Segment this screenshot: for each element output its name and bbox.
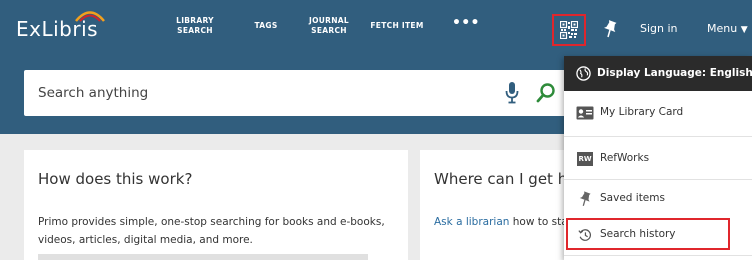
nav-journal-line1: JOURNAL: [309, 16, 349, 25]
exlibris-logo[interactable]: ExLibris: [16, 11, 105, 44]
how-it-works-title: How does this work?: [38, 170, 193, 188]
help-card: Where can I get help Ask a librarian how…: [420, 150, 631, 260]
search-icon[interactable]: [536, 82, 556, 104]
refworks-icon: RW: [577, 152, 593, 166]
top-bar: ExLibris LIBRARY SEARCH TAGS JOURNAL SEA…: [0, 0, 752, 58]
ask-a-librarian-link[interactable]: Ask a librarian: [434, 216, 509, 228]
cut-off-text-line: [38, 254, 368, 260]
nav-more-button[interactable]: •••: [452, 15, 480, 31]
how-it-works-card: How does this work? Primo provides simpl…: [24, 150, 408, 260]
saved-items-label: Saved items: [600, 192, 665, 204]
display-language-item[interactable]: Display Language: English: [564, 56, 752, 91]
search-input[interactable]: Search anything: [24, 70, 574, 116]
refworks-item[interactable]: RW RefWorks: [564, 139, 752, 179]
search-placeholder: Search anything: [38, 85, 149, 101]
pin-icon: [604, 20, 617, 38]
library-card-icon: [576, 105, 594, 121]
nav-journal-search[interactable]: JOURNAL SEARCH: [306, 16, 352, 36]
search-history-label: Search history: [600, 228, 676, 240]
menu-button[interactable]: Menu ▼: [707, 22, 748, 35]
refworks-label: RefWorks: [600, 152, 650, 164]
display-language-label: Display Language: English: [597, 67, 752, 79]
nav-library-search[interactable]: LIBRARY SEARCH: [172, 16, 218, 36]
logo-arc-icon: [75, 11, 105, 22]
qr-code-icon: [560, 21, 578, 39]
my-library-card-label: My Library Card: [600, 106, 684, 118]
microphone-icon[interactable]: [504, 81, 520, 105]
pin-icon: [576, 191, 594, 207]
menu-label: Menu: [707, 22, 738, 35]
more-dots-icon: •••: [452, 15, 480, 31]
user-menu-dropdown: Display Language: English My Library Car…: [564, 56, 752, 260]
nav-tags-label: TAGS: [254, 21, 278, 30]
nav-journal-line2: SEARCH: [311, 26, 347, 35]
menu-caret-icon: ▼: [740, 25, 748, 35]
menu-divider: [564, 255, 752, 256]
search-history-item[interactable]: Search history: [564, 215, 752, 255]
qr-code-button[interactable]: [552, 14, 586, 46]
nav-library-line1: LIBRARY: [176, 16, 214, 25]
saved-items-item[interactable]: Saved items: [564, 179, 752, 219]
history-icon: [576, 227, 594, 243]
nav-tags[interactable]: TAGS: [254, 21, 278, 31]
favorites-pin-button[interactable]: [594, 15, 626, 43]
how-it-works-body: Primo provides simple, one-stop searchin…: [38, 216, 385, 246]
sign-in-link[interactable]: Sign in: [640, 22, 678, 35]
globe-icon: [576, 66, 591, 81]
my-library-card-item[interactable]: My Library Card: [564, 93, 752, 133]
menu-divider: [564, 136, 752, 137]
refworks-icon-wrap: RW: [576, 151, 594, 167]
nav-fetch-label: FETCH ITEM: [370, 21, 424, 30]
nav-library-line2: SEARCH: [177, 26, 213, 35]
nav-fetch-item[interactable]: FETCH ITEM: [370, 21, 424, 31]
